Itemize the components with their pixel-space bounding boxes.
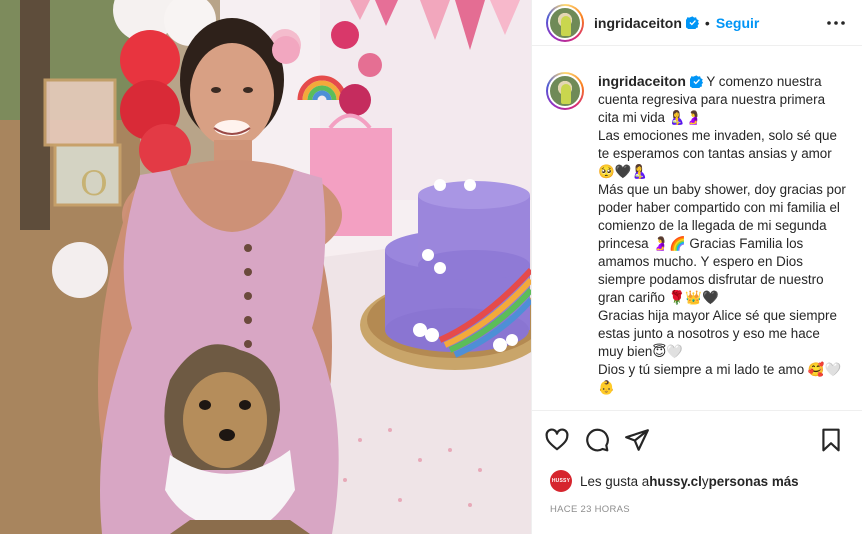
svg-text:O: O xyxy=(80,164,108,204)
post-timestamp[interactable]: HACE 23 HORAS xyxy=(532,494,862,534)
caption-verified-badge-icon xyxy=(689,75,703,88)
verified-badge-icon xyxy=(685,16,699,29)
caption-username[interactable]: ingridaceiton xyxy=(598,73,686,89)
comment-icon[interactable] xyxy=(584,427,610,453)
comments-area: ingridaceiton Y comenzo nuestra cuenta r… xyxy=(532,46,862,410)
caption-avatar-ring[interactable] xyxy=(546,72,584,110)
likes-prefix: Les gusta a xyxy=(580,473,650,489)
header-separator: • xyxy=(704,14,710,31)
likes-others-link[interactable]: personas más xyxy=(709,474,799,489)
bookmark-icon[interactable] xyxy=(818,427,844,453)
instagram-post: O ingridaceiton • Seguir ingridaceiton Y… xyxy=(0,0,862,534)
liker-username[interactable]: hussy.cl xyxy=(649,474,702,489)
avatar[interactable] xyxy=(548,5,582,40)
likes-middle: y xyxy=(701,473,709,489)
heart-icon[interactable] xyxy=(544,427,570,453)
caption: ingridaceiton Y comenzo nuestra cuenta r… xyxy=(598,72,848,410)
action-bar xyxy=(532,410,862,468)
baby-shower-photo: O xyxy=(0,0,531,534)
post-photo[interactable]: O xyxy=(0,0,531,534)
likes-summary: HUSSY Les gusta a hussy.cl y personas má… xyxy=(532,468,862,494)
send-icon[interactable] xyxy=(624,427,650,453)
caption-avatar[interactable] xyxy=(548,74,582,108)
caption-text: Y comenzo nuestra cuenta regresiva para … xyxy=(598,74,846,395)
post-header: ingridaceiton • Seguir xyxy=(532,0,862,46)
more-options-icon[interactable] xyxy=(824,11,848,35)
profile-avatar-ring[interactable] xyxy=(546,3,584,42)
liker-avatar[interactable]: HUSSY xyxy=(550,470,572,492)
header-username[interactable]: ingridaceiton xyxy=(594,15,682,31)
follow-button[interactable]: Seguir xyxy=(716,15,760,31)
post-side-panel: ingridaceiton • Seguir ingridaceiton Y c… xyxy=(531,0,862,534)
